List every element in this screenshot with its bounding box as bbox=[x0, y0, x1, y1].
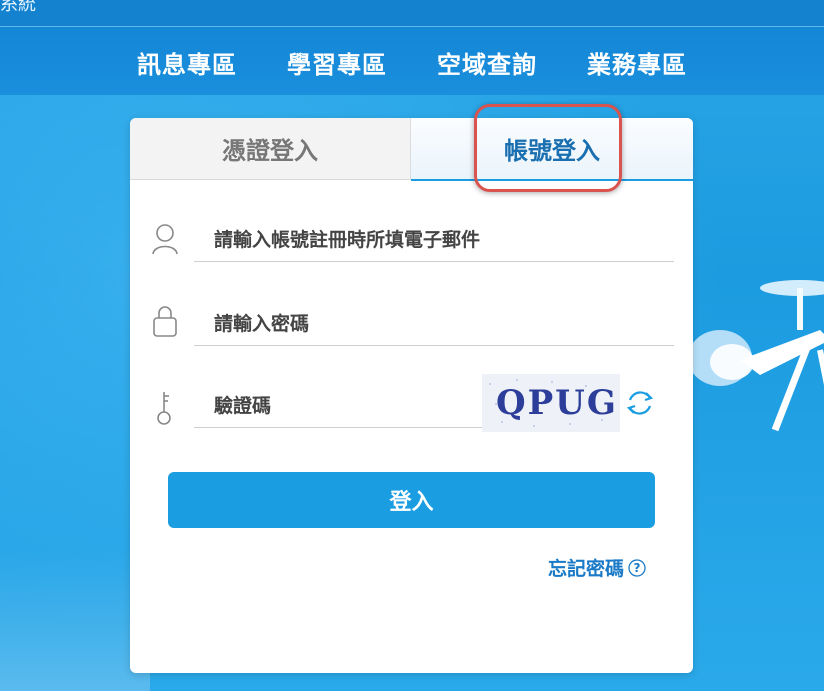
background-city bbox=[0, 551, 150, 691]
tab-certificate-login[interactable]: 憑證登入 bbox=[130, 118, 411, 180]
login-button[interactable]: 登入 bbox=[168, 472, 655, 528]
key-icon bbox=[157, 392, 171, 425]
login-card: 憑證登入 帳號登入 Q bbox=[130, 118, 693, 673]
nav-item-news[interactable]: 訊息專區 bbox=[137, 45, 237, 80]
nav-item-business[interactable]: 業務專區 bbox=[587, 45, 687, 80]
captcha-input[interactable] bbox=[194, 384, 482, 428]
annotation-highlight-box bbox=[474, 104, 622, 192]
drone-illustration bbox=[688, 280, 824, 432]
svg-text:?: ? bbox=[634, 561, 641, 575]
account-email-input[interactable] bbox=[194, 218, 674, 262]
password-input[interactable] bbox=[194, 302, 674, 346]
forgot-password-link[interactable]: 忘記密碼 ? bbox=[548, 554, 646, 581]
nav-item-learning[interactable]: 學習專區 bbox=[287, 45, 387, 80]
system-title: 糸統 bbox=[0, 0, 36, 15]
captcha-text: QPUG bbox=[496, 383, 618, 423]
forgot-password-label: 忘記密碼 bbox=[548, 558, 625, 580]
lock-icon bbox=[153, 306, 177, 337]
password-row bbox=[130, 298, 693, 358]
question-circle-icon: ? bbox=[628, 558, 646, 577]
account-row bbox=[130, 214, 693, 274]
refresh-icon[interactable] bbox=[624, 386, 656, 420]
user-icon bbox=[152, 224, 178, 255]
main-nav: 訊息專區 學習專區 空域查詢 業務專區 bbox=[0, 27, 824, 95]
nav-item-airspace[interactable]: 空域查詢 bbox=[437, 45, 537, 80]
top-bar: 糸統 bbox=[0, 0, 824, 27]
captcha-image: QPUG bbox=[482, 374, 620, 432]
